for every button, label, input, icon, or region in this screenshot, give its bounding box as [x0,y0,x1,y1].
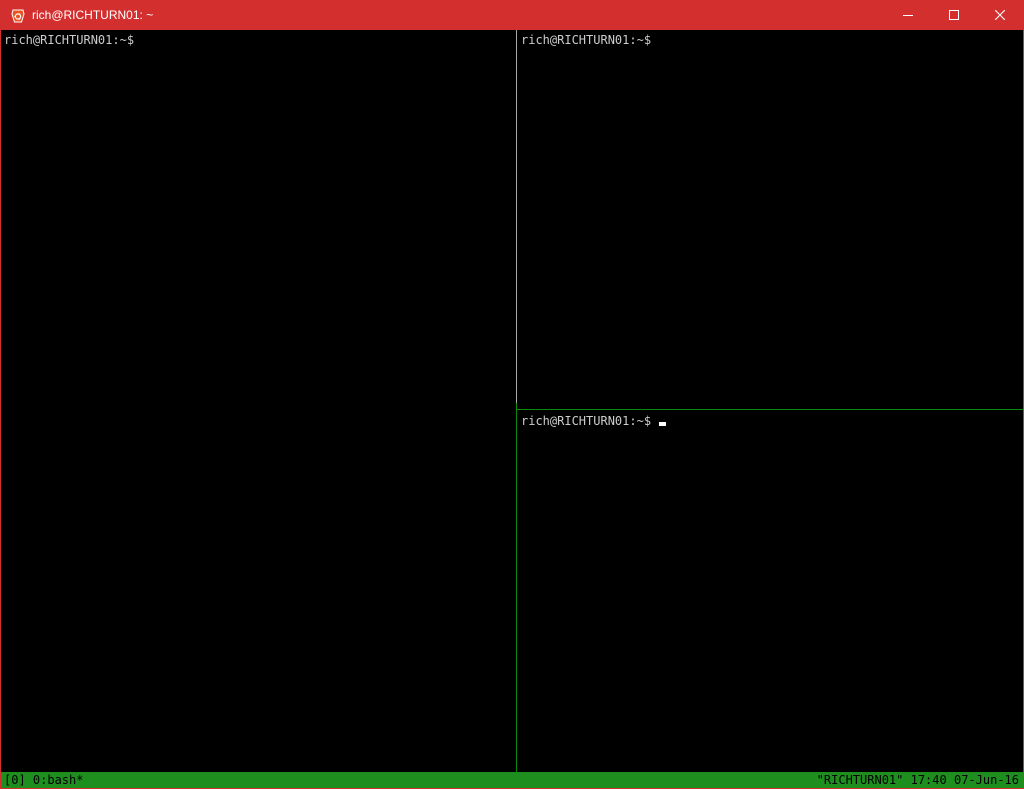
pane-top-right[interactable]: rich@RICHTURN01:~$ [518,30,1023,408]
pane-bottom-right[interactable]: rich@RICHTURN01:~$ [518,411,1023,772]
pane-divider-horizontal[interactable] [517,409,1023,410]
pane-divider-vertical-active[interactable] [516,403,517,772]
close-button[interactable] [977,1,1023,30]
session-window-list[interactable]: [0] 0:bash* [4,772,83,788]
window-title: rich@RICHTURN01: ~ [32,8,154,22]
tmux-status-bar: [0] 0:bash* "RICHTURN01" 17:40 07-Jun-16 [1,772,1023,788]
title-bar[interactable]: rich@RICHTURN01: ~ [1,1,1023,30]
status-right: "RICHTURN01" 17:40 07-Jun-16 [817,772,1019,788]
maximize-icon [949,9,959,23]
status-host: "RICHTURN01" [816,773,904,787]
maximize-button[interactable] [931,1,977,30]
pane-divider-vertical[interactable] [516,30,517,403]
shell-prompt-line: rich@RICHTURN01:~$ [521,413,667,429]
pane-left[interactable]: rich@RICHTURN01:~$ [1,30,515,772]
status-date: 07-Jun-16 [953,773,1019,787]
shell-prompt: rich@RICHTURN01:~$ [521,414,652,428]
shell-prompt: rich@RICHTURN01:~$ [4,33,135,47]
minimize-button[interactable] [885,1,931,30]
status-time: 17:40 [910,773,947,787]
close-icon [994,9,1006,23]
minimize-icon [903,9,913,23]
shell-prompt: rich@RICHTURN01:~$ [521,33,652,47]
terminal-area[interactable]: rich@RICHTURN01:~$ rich@RICHTURN01:~$ ri… [1,30,1023,772]
ubuntu-icon[interactable] [10,8,26,24]
text-cursor [659,422,667,426]
terminal-window: rich@RICHTURN01: ~ rich@RICHTURN01:~$ ri… [0,0,1024,789]
window-controls [885,1,1023,30]
